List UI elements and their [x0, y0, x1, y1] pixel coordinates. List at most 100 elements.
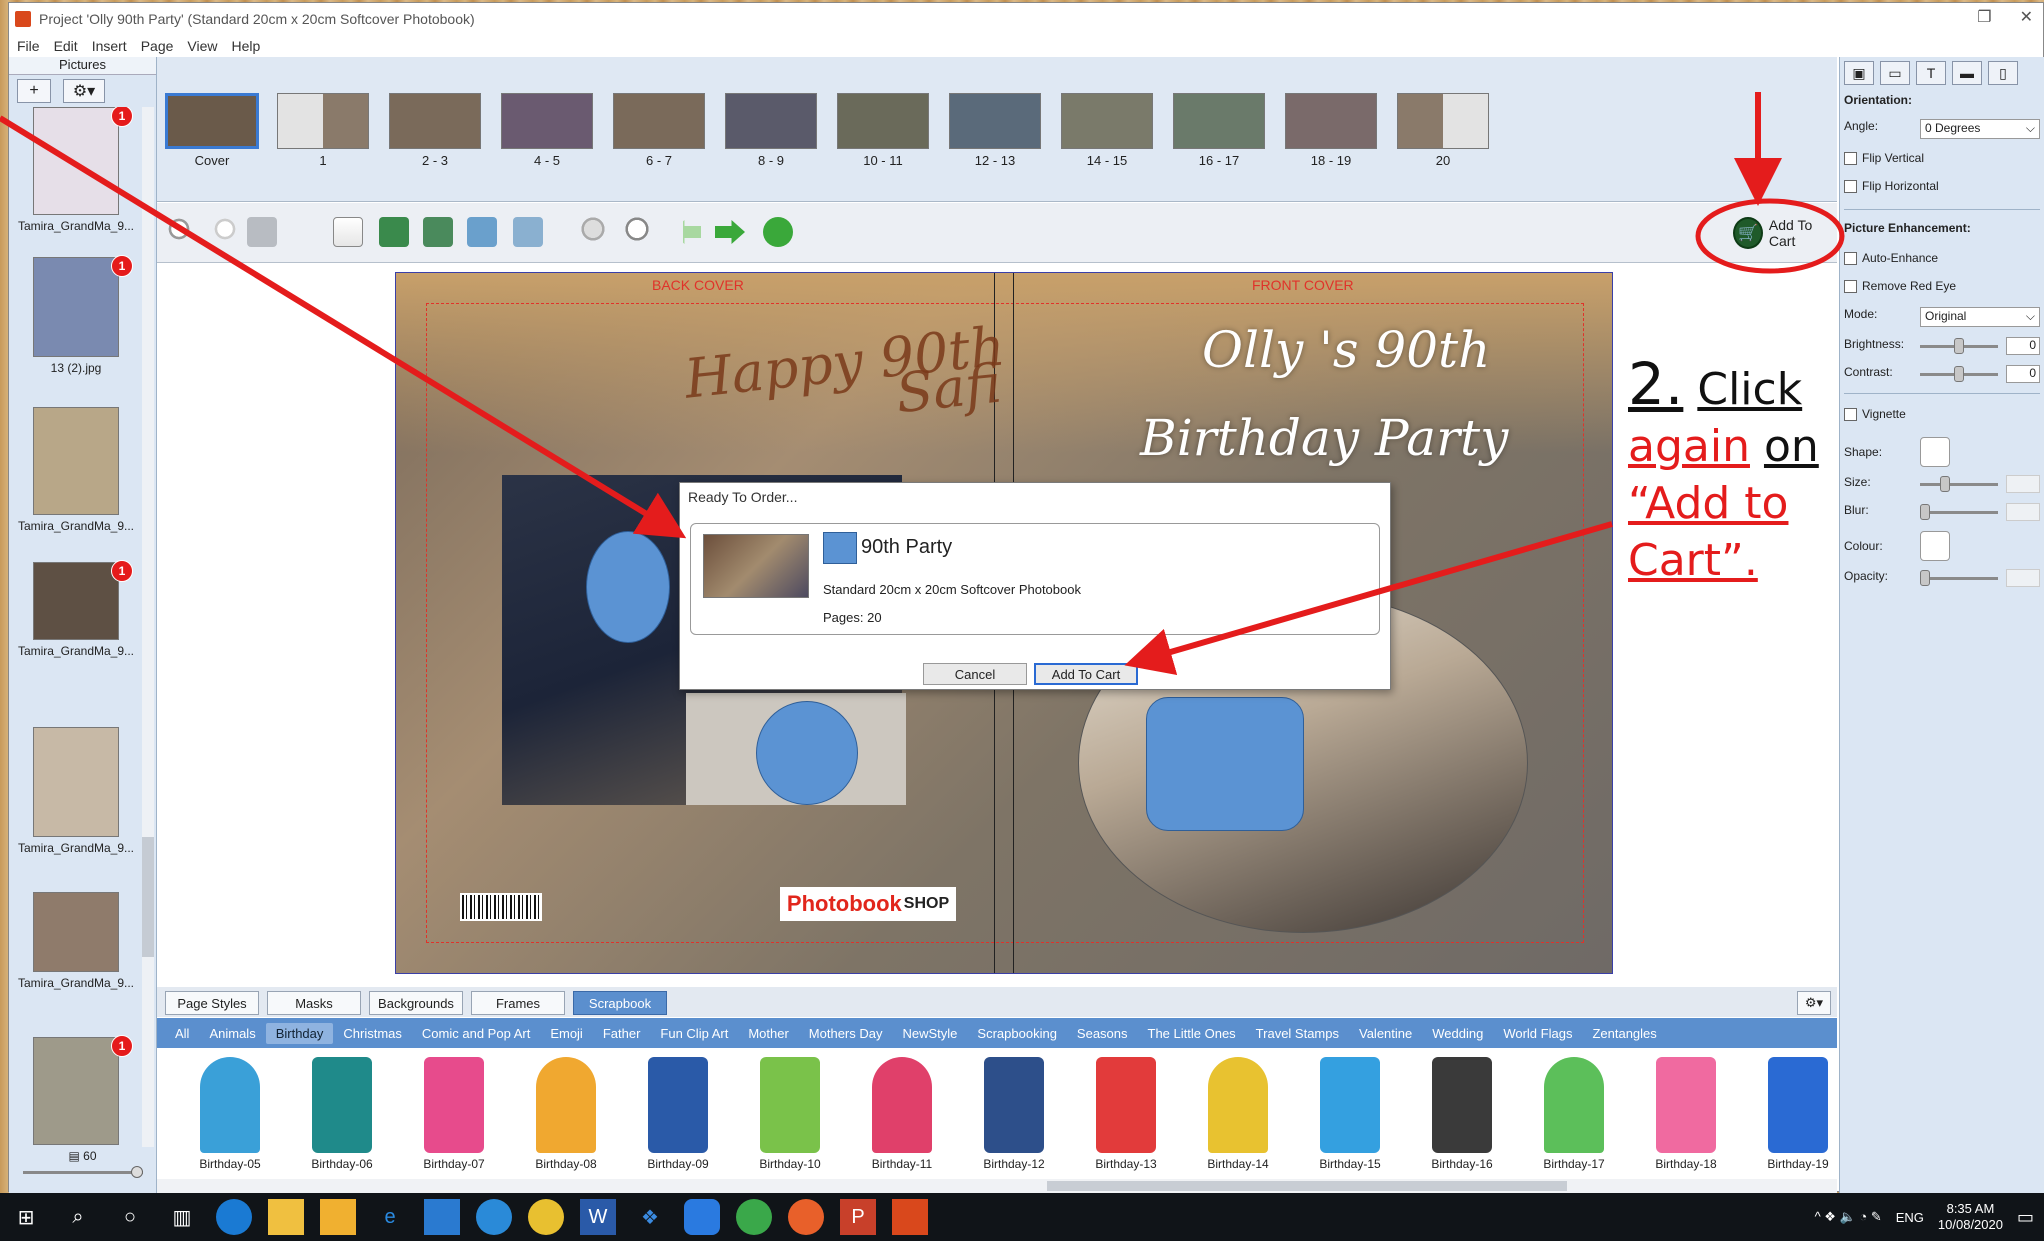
auto-enhance-row[interactable]: Auto-Enhance	[1844, 251, 2040, 265]
dialog-add-to-cart-button[interactable]: Add To Cart	[1034, 663, 1138, 685]
picture-item[interactable]: Tamira_GrandMa_9... 1	[13, 107, 139, 233]
page-thumbnail-image[interactable]	[389, 93, 481, 149]
page-thumbnail-image[interactable]	[501, 93, 593, 149]
page-thumbnail[interactable]: 12 - 13	[949, 93, 1041, 168]
size-knob[interactable]	[1940, 476, 1950, 492]
search-icon[interactable]: ⌕	[60, 1199, 96, 1235]
powerpoint-icon[interactable]: P	[840, 1199, 876, 1235]
clipart-image[interactable]	[1320, 1057, 1380, 1153]
clipart-item[interactable]: Birthday-14	[1195, 1057, 1281, 1171]
picture-item[interactable]: Tamira_GrandMa_9...	[13, 727, 139, 855]
clipart-item[interactable]: Birthday-12	[971, 1057, 1057, 1171]
app-icon-globe[interactable]	[476, 1199, 512, 1235]
clipart-image[interactable]	[1208, 1057, 1268, 1153]
restore-icon[interactable]: ❐	[1977, 7, 1991, 27]
play-preview-icon[interactable]	[763, 217, 793, 247]
tray-icons[interactable]: ^ ❖ 🔈 ◔ ✎	[1815, 1209, 1882, 1225]
page-thumbnail[interactable]: 4 - 5	[501, 93, 593, 168]
clipart-item[interactable]: Birthday-18	[1643, 1057, 1729, 1171]
page-thumbnail[interactable]: 16 - 17	[1173, 93, 1265, 168]
clipart-image[interactable]	[984, 1057, 1044, 1153]
size-slider[interactable]	[1920, 476, 1998, 492]
tab-scrapbook[interactable]: Scrapbook	[573, 991, 667, 1015]
chrome-icon[interactable]	[528, 1199, 564, 1235]
opacity-knob[interactable]	[1920, 570, 1930, 586]
opacity-input[interactable]	[2006, 569, 2040, 587]
clipart-image[interactable]	[648, 1057, 708, 1153]
page-thumbnail-image[interactable]	[613, 93, 705, 149]
picture-thumbnail[interactable]	[33, 727, 119, 837]
clipart-item[interactable]: Birthday-19	[1755, 1057, 1841, 1171]
category-the-little-ones[interactable]: The Little Ones	[1138, 1023, 1246, 1044]
close-icon[interactable]: ✕	[2020, 7, 2033, 27]
previous-page-icon[interactable]	[671, 220, 701, 244]
clipart-image[interactable]	[536, 1057, 596, 1153]
blur-slider[interactable]	[1920, 504, 1998, 520]
windows-start-icon[interactable]: ⊞	[8, 1199, 44, 1235]
page-thumbnail[interactable]: Cover	[165, 93, 259, 168]
auto-enhance-checkbox[interactable]	[1844, 251, 1857, 265]
menu-view[interactable]: View	[187, 38, 217, 54]
page-thumbnail[interactable]: 10 - 11	[837, 93, 929, 168]
clipart-item[interactable]: Birthday-05	[187, 1057, 273, 1171]
shape-swatch[interactable]	[1920, 437, 1950, 467]
category-animals[interactable]: Animals	[199, 1023, 265, 1044]
clipart-item[interactable]: Birthday-15	[1307, 1057, 1393, 1171]
clipart-item[interactable]: Birthday-07	[411, 1057, 497, 1171]
menu-insert[interactable]: Insert	[92, 38, 127, 54]
file-explorer-icon[interactable]	[268, 1199, 304, 1235]
flip-vertical-checkbox[interactable]	[1844, 151, 1857, 165]
clipart-item[interactable]: Birthday-09	[635, 1057, 721, 1171]
page-thumbnail[interactable]: 20	[1397, 93, 1489, 168]
contrast-input[interactable]: 0	[2006, 365, 2040, 383]
page-thumbnail-image[interactable]	[949, 93, 1041, 149]
library-settings-button[interactable]: ⚙▾	[1797, 991, 1831, 1015]
category-comic-and-pop-art[interactable]: Comic and Pop Art	[412, 1023, 540, 1044]
arrange-icon[interactable]	[513, 217, 543, 247]
opacity-slider[interactable]	[1920, 570, 1998, 586]
page-thumbnail[interactable]: 1	[277, 93, 369, 168]
language-indicator[interactable]: ENG	[1896, 1210, 1924, 1225]
tab-page-styles[interactable]: Page Styles	[165, 991, 259, 1015]
colour-swatch[interactable]	[1920, 531, 1950, 561]
clipart-image[interactable]	[424, 1057, 484, 1153]
clipart-image[interactable]	[1544, 1057, 1604, 1153]
clipart-item[interactable]: Birthday-06	[299, 1057, 385, 1171]
photobook-app-icon[interactable]	[892, 1199, 928, 1235]
page-thumbnail-image[interactable]	[837, 93, 929, 149]
text-properties-tab-icon[interactable]: T	[1916, 61, 1946, 85]
redo-icon[interactable]	[207, 217, 237, 247]
clipart-image[interactable]	[872, 1057, 932, 1153]
cover-title-line1[interactable]: Olly 's 90th	[1202, 321, 1490, 379]
category-newstyle[interactable]: NewStyle	[893, 1023, 968, 1044]
add-picture-icon[interactable]	[379, 217, 409, 247]
undo-icon[interactable]	[167, 217, 197, 247]
blur-knob[interactable]	[1920, 504, 1930, 520]
brightness-knob[interactable]	[1954, 338, 1964, 354]
angle-select[interactable]: 0 Degrees ⌵	[1920, 119, 2040, 139]
category-travel-stamps[interactable]: Travel Stamps	[1246, 1023, 1349, 1044]
picture-item[interactable]: Tamira_GrandMa_9... 1	[13, 560, 139, 658]
picture-thumbnail[interactable]	[33, 892, 119, 972]
add-to-cart-toolbar-button[interactable]: 🛒 Add To Cart	[1733, 215, 1837, 251]
frame-properties-tab-icon[interactable]: ▭	[1880, 61, 1910, 85]
edge-icon[interactable]	[216, 1199, 252, 1235]
picture-thumbnail[interactable]	[33, 562, 119, 640]
word-icon[interactable]: W	[580, 1199, 616, 1235]
tab-masks[interactable]: Masks	[267, 991, 361, 1015]
clipart-image[interactable]	[760, 1057, 820, 1153]
category-father[interactable]: Father	[593, 1023, 651, 1044]
internet-explorer-icon[interactable]: e	[372, 1199, 408, 1235]
size-input[interactable]	[2006, 475, 2040, 493]
page-thumbnail[interactable]: 18 - 19	[1285, 93, 1377, 168]
page-thumbnail[interactable]: 14 - 15	[1061, 93, 1153, 168]
clipart-item[interactable]: Birthday-17	[1531, 1057, 1617, 1171]
category-birthday[interactable]: Birthday	[265, 1022, 334, 1044]
picture-thumbnail[interactable]	[33, 407, 119, 515]
task-view-icon[interactable]: ▥	[164, 1199, 200, 1235]
red-eye-checkbox[interactable]	[1844, 279, 1857, 293]
clipart-item[interactable]: Birthday-11	[859, 1057, 945, 1171]
picture-item[interactable]: Tamira_GrandMa_9...	[13, 892, 139, 990]
scrollbar-thumb[interactable]	[1047, 1181, 1567, 1191]
category-emoji[interactable]: Emoji	[540, 1023, 593, 1044]
